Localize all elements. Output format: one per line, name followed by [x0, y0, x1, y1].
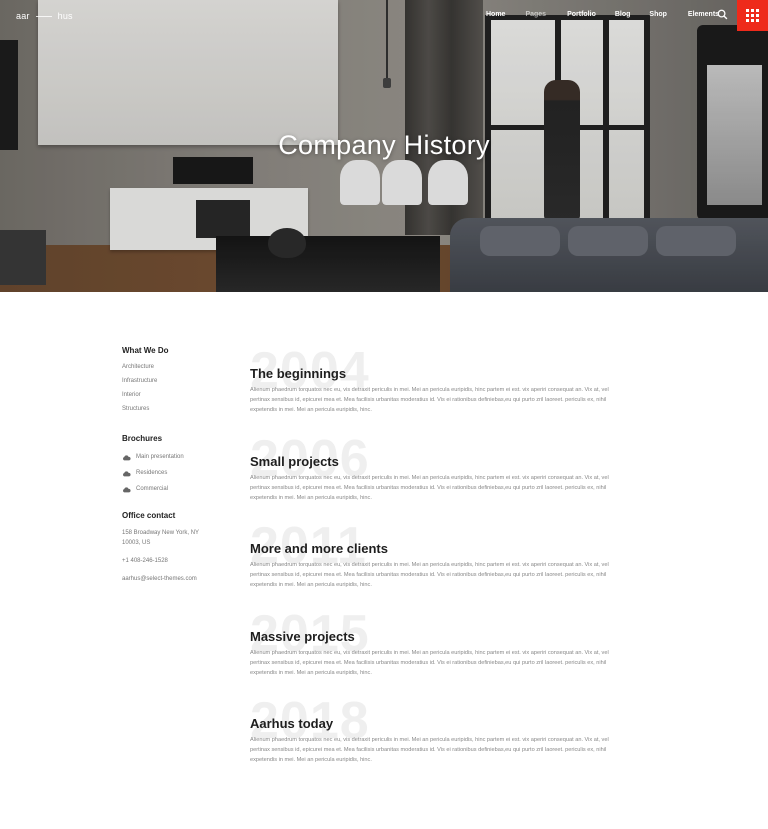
brochure-label: Main presentation: [136, 454, 184, 460]
logo-dash: [35, 15, 52, 17]
nav-blog[interactable]: Blog: [615, 11, 631, 18]
site-header: aar hus Home Pages Portfolio Blog Shop E…: [0, 0, 768, 31]
timeline-body: Alienum phaedrum torquatos nec eu, vis d…: [250, 475, 609, 501]
timeline-body: Alienum phaedrum torquatos nec eu, vis d…: [250, 387, 609, 413]
sidebar-link-infrastructure[interactable]: Infrastructure: [122, 378, 232, 384]
timeline-title: Small projects: [250, 454, 339, 469]
search-icon[interactable]: [717, 9, 728, 20]
sidebar-brochures-title: Brochures: [122, 434, 163, 443]
sidebar-office-title: Office contact: [122, 511, 176, 520]
cloud-download-icon: [122, 486, 131, 492]
brochure-commercial[interactable]: Commercial: [122, 486, 232, 493]
brochure-main-presentation[interactable]: Main presentation: [122, 454, 232, 461]
timeline-title: The beginnings: [250, 366, 347, 381]
site-logo[interactable]: aar hus: [16, 11, 73, 21]
nav-shop[interactable]: Shop: [649, 11, 667, 18]
timeline-title: Massive projects: [250, 629, 355, 644]
brochure-label: Commercial: [136, 486, 169, 492]
sidebar-link-interior[interactable]: Interior: [122, 392, 232, 398]
office-email[interactable]: aarhus@select-themes.com: [122, 574, 232, 584]
page-title: Company History: [278, 130, 490, 160]
sidebar-what-we-do-title: What We Do: [122, 346, 169, 355]
timeline-body: Alienum phaedrum torquatos nec eu, vis d…: [250, 650, 609, 676]
office-address: 158 Broadway New York, NY 10003, US: [122, 530, 199, 546]
cloud-download-icon: [122, 454, 131, 460]
office-phone[interactable]: +1 408-246-1528: [122, 556, 232, 566]
grid-menu-button[interactable]: [737, 0, 768, 31]
timeline-body: Alienum phaedrum torquatos nec eu, vis d…: [250, 737, 609, 763]
nav-elements[interactable]: Elements: [688, 11, 719, 18]
timeline-body: Alienum phaedrum torquatos nec eu, vis d…: [250, 562, 609, 588]
timeline-title: More and more clients: [250, 541, 388, 556]
main-nav: Home Pages Portfolio Blog Shop Elements: [486, 11, 719, 18]
nav-portfolio[interactable]: Portfolio: [567, 11, 596, 18]
brochure-residences[interactable]: Residences: [122, 470, 232, 477]
cloud-download-icon: [122, 470, 131, 476]
logo-right: hus: [57, 11, 73, 21]
brochure-label: Residences: [136, 470, 168, 476]
timeline-title: Aarhus today: [250, 716, 334, 731]
sidebar-link-architecture[interactable]: Architecture: [122, 364, 232, 370]
sidebar-link-structures[interactable]: Structures: [122, 406, 232, 412]
nav-home[interactable]: Home: [486, 11, 505, 18]
sidebar: What We Do Architecture Infrastructure I…: [122, 346, 232, 584]
logo-left: aar: [16, 11, 30, 21]
nav-pages[interactable]: Pages: [525, 11, 546, 18]
